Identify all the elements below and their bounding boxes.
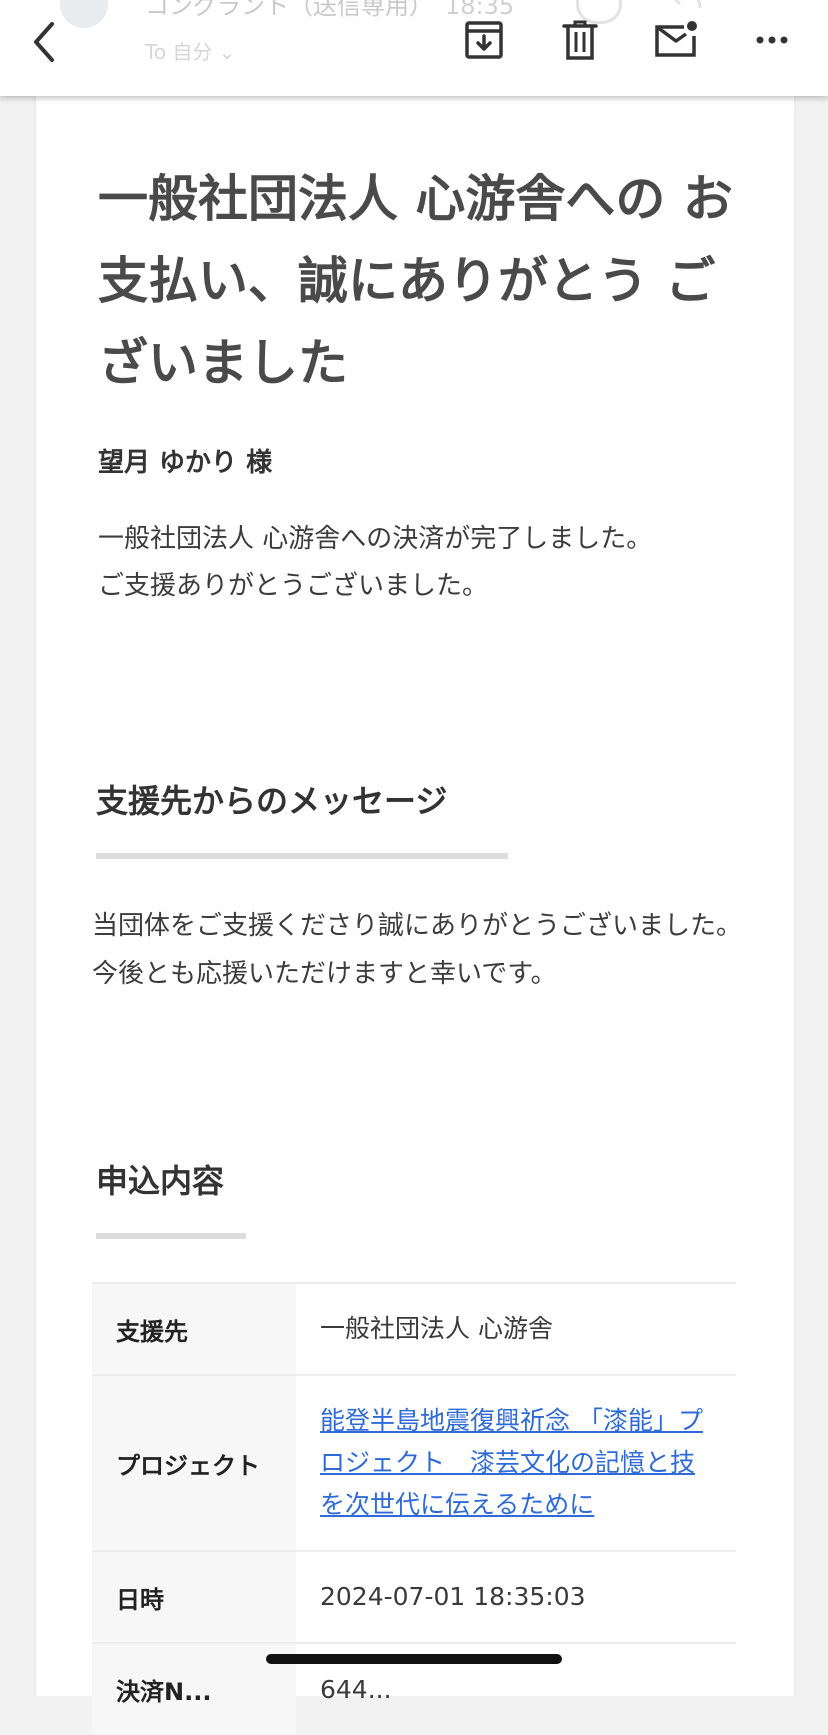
email-body-card: 一般社団法人 心游舎への お支払い、誠にありがとう ございました 望月 ゆかり … — [34, 96, 796, 1735]
sender-name: コングラント（送信専用） — [145, 0, 433, 20]
more-horizontal-icon — [756, 36, 788, 44]
application-details-table: 支援先 一般社団法人 心游舎 プロジェクト 能登半島地震復興祈念 「漆能」プロジ… — [92, 1282, 736, 1735]
recipient-to[interactable]: To 自分 ⌄ — [145, 36, 236, 65]
reply-icon — [666, 0, 706, 18]
email-title: 一般社団法人 心游舎への お支払い、誠にありがとう ございました — [98, 170, 733, 392]
sender-line: コングラント（送信専用） 18:35 — [145, 0, 514, 21]
chevron-left-icon — [34, 22, 54, 62]
home-indicator[interactable] — [266, 1654, 562, 1664]
section-underline — [96, 1233, 246, 1239]
more-options-button[interactable] — [752, 18, 796, 62]
back-button[interactable] — [26, 18, 66, 66]
mail-unread-icon — [655, 21, 697, 57]
delete-button[interactable] — [558, 18, 602, 62]
table-row: プロジェクト 能登半島地震復興祈念 「漆能」プロジェクト 漆芸文化の記憶と技を次… — [92, 1374, 736, 1551]
sender-avatar — [60, 0, 108, 28]
details-section-title: 申込内容 — [96, 1162, 225, 1200]
recipient-name: 望月 ゆかり 様 — [98, 448, 273, 478]
table-row: 日時 2024-07-01 18:35:03 — [92, 1550, 736, 1643]
archive-download-icon — [465, 21, 503, 59]
trash-icon — [562, 20, 598, 60]
top-app-bar: コングラント（送信専用） 18:35 To 自分 ⌄ — [0, 0, 828, 96]
sender-time: 18:35 — [445, 0, 515, 20]
body-line: ご支援ありがとうございました。 — [98, 571, 489, 601]
section-underline — [96, 853, 508, 859]
payment-complete-text: 一般社団法人 心游舎への決済が完了しました。 ご支援ありがとうございました。 — [98, 516, 698, 610]
mark-unread-button[interactable] — [654, 18, 698, 62]
row-value: 2024-07-01 18:35:03 — [296, 1550, 736, 1643]
table-row: 支援先 一般社団法人 心游舎 — [92, 1282, 736, 1375]
supporter-message-text: 当団体をご支援くださり誠にありがとうございました。 今後とも応援いただけますと幸… — [92, 902, 752, 998]
row-value: 能登半島地震復興祈念 「漆能」プロジェクト 漆芸文化の記憶と技を次世代に伝えるた… — [296, 1374, 736, 1551]
body-line: 一般社団法人 心游舎への決済が完了しました。 — [98, 524, 653, 554]
message-line: 当団体をご支援くださり誠にありがとうございました。 — [92, 911, 743, 941]
message-line: 今後とも応援いただけますと幸いです。 — [92, 959, 557, 989]
archive-button[interactable] — [462, 18, 506, 62]
row-value: 一般社団法人 心游舎 — [296, 1282, 736, 1375]
row-label: 支援先 — [92, 1282, 296, 1375]
row-label: プロジェクト — [92, 1374, 296, 1551]
message-section-title: 支援先からのメッセージ — [96, 782, 448, 820]
project-link[interactable]: 能登半島地震復興祈念 「漆能」プロジェクト 漆芸文化の記憶と技を次世代に伝えるた… — [320, 1406, 703, 1519]
row-label: 日時 — [92, 1550, 296, 1643]
